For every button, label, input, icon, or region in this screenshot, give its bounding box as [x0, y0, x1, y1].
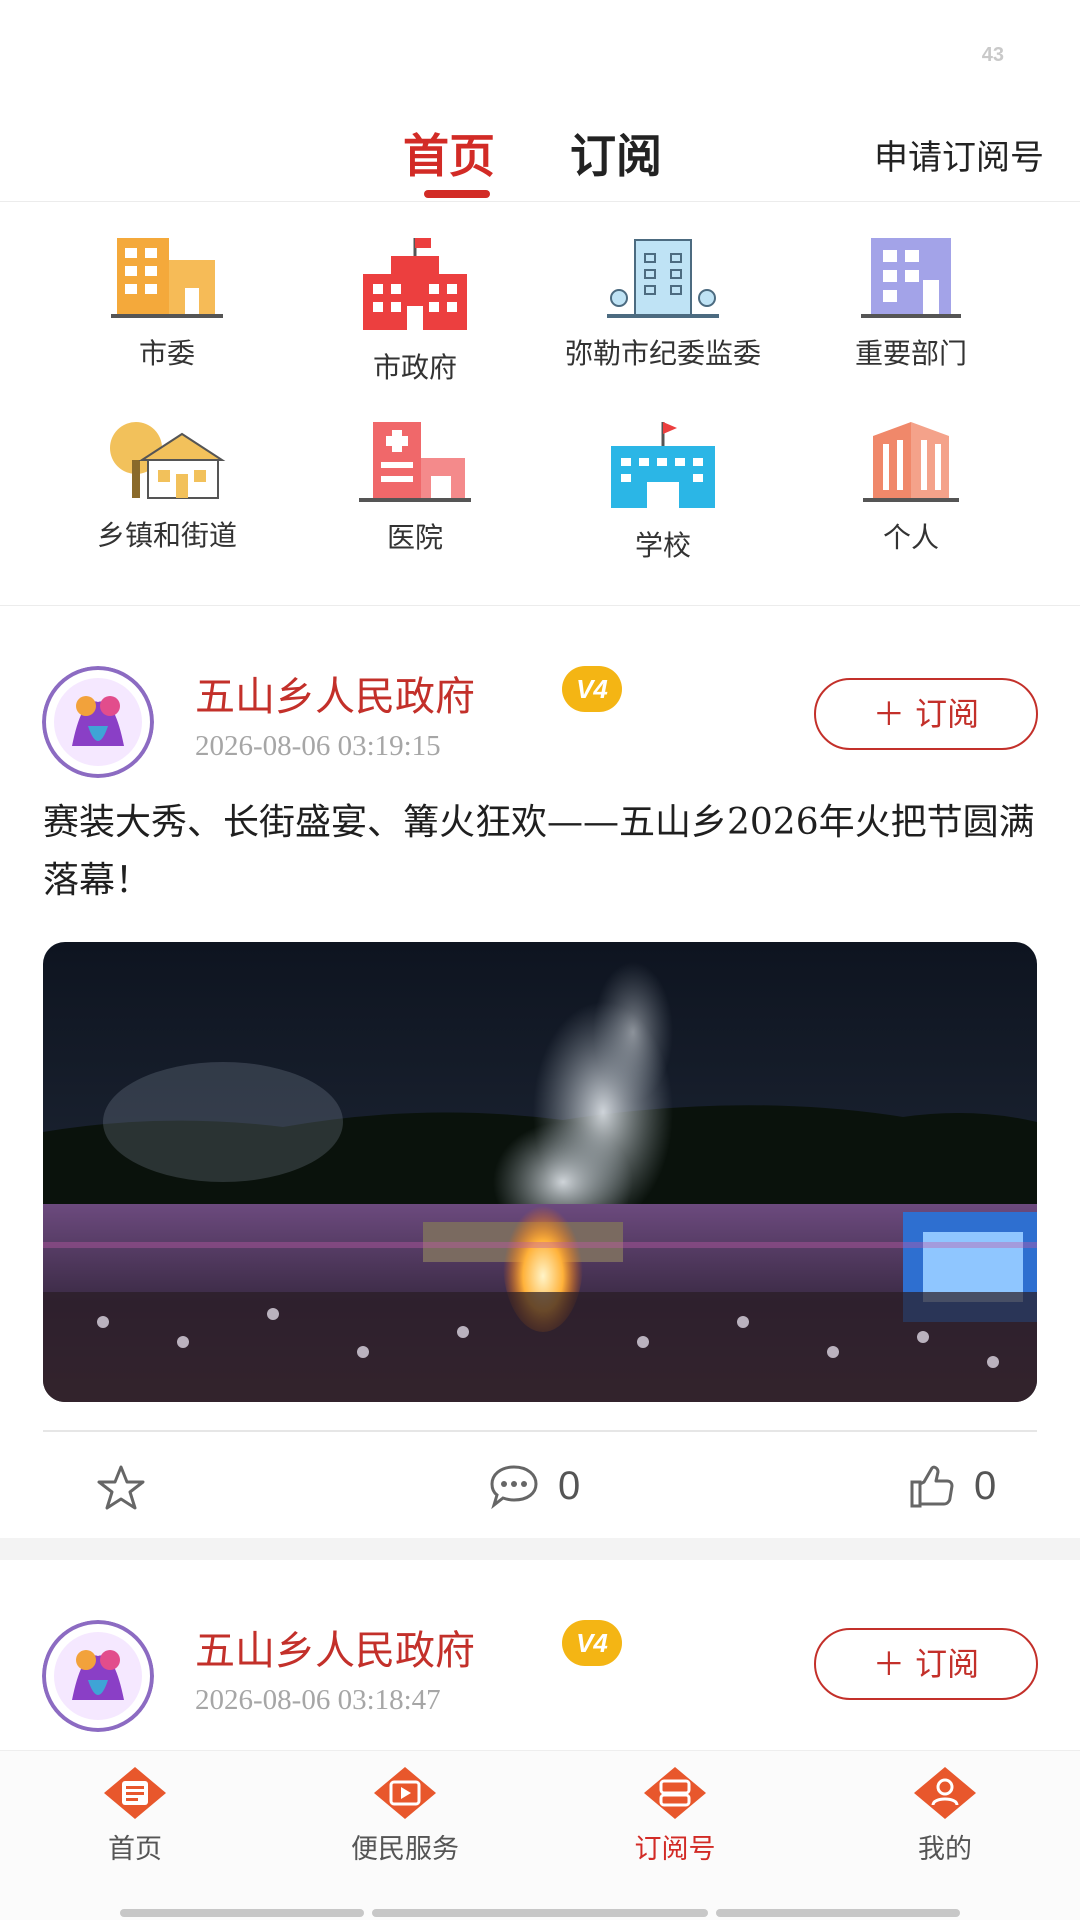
gesture-bar [716, 1909, 960, 1917]
category-label: 市委 [138, 337, 195, 370]
post-time: 2026-08-06 03:18:47 [195, 1684, 441, 1716]
category-label: 医院 [386, 521, 443, 554]
category-school[interactable]: 学校 [528, 394, 798, 574]
hospital-icon [359, 422, 471, 502]
status-bar: 43 [0, 0, 1080, 100]
gesture-bar [372, 1909, 708, 1917]
category-city-committee[interactable]: 市委 [32, 210, 302, 390]
post-image[interactable] [43, 942, 1037, 1402]
category-label: 乡镇和街道 [96, 519, 237, 552]
nav-home[interactable]: 首页 [0, 1765, 270, 1866]
status-number: 43 [981, 44, 1004, 66]
subscribe-button[interactable]: ＋ 订阅 [814, 1628, 1038, 1700]
author-avatar[interactable] [42, 1620, 154, 1732]
verified-badge: V4 [562, 666, 622, 712]
category-grid: 市委 市政府 弥勒市纪委监委 重要部门 乡镇和街道 医院 学校 个人 [0, 210, 1080, 606]
nav-label: 我的 [918, 1834, 972, 1865]
category-label: 市政府 [372, 351, 457, 384]
subscription-icon [644, 1767, 706, 1819]
favorite-button[interactable] [96, 1464, 146, 1512]
tab-home[interactable]: 首页 [403, 120, 495, 186]
profile-icon [914, 1767, 976, 1819]
apply-subscription-link[interactable]: 申请订阅号 [874, 130, 1044, 179]
category-label: 个人 [882, 521, 939, 554]
town-house-icon [110, 422, 226, 499]
like-button[interactable]: 0 [908, 1462, 996, 1510]
category-personal[interactable]: 个人 [776, 394, 1046, 574]
nav-services[interactable]: 便民服务 [270, 1765, 540, 1866]
post-separator [0, 1538, 1080, 1560]
department-building-icon [861, 238, 961, 318]
thumbs-up-icon [910, 1465, 954, 1508]
nav-profile[interactable]: 我的 [810, 1765, 1080, 1866]
post-title[interactable]: 赛装大秀、长街盛宴、篝火狂欢——五山乡2026年火把节圆满落幕！ [43, 794, 1043, 910]
residential-tower-icon [863, 422, 959, 502]
top-nav: 首页 订阅 申请订阅号 [0, 100, 1080, 202]
category-important-departments[interactable]: 重要部门 [776, 210, 1046, 390]
star-icon [97, 1465, 145, 1510]
government-building-icon [363, 238, 467, 330]
bottom-nav: 首页 便民服务 订阅号 我的 [0, 1750, 1080, 1920]
comment-count: 0 [558, 1463, 581, 1508]
like-count: 0 [974, 1463, 997, 1508]
category-discipline-commission[interactable]: 弥勒市纪委监委 [528, 210, 798, 390]
tab-subscribe[interactable]: 订阅 [570, 120, 662, 186]
nav-label: 订阅号 [634, 1834, 716, 1865]
category-label: 学校 [634, 529, 691, 562]
news-icon [104, 1767, 166, 1819]
post-card[interactable]: 五山乡人民政府 V4 2026-08-06 03:18:47 ＋ 订阅 [0, 1560, 1080, 1750]
school-icon [611, 422, 715, 508]
category-label: 重要部门 [854, 337, 967, 370]
post-time: 2026-08-06 03:19:15 [195, 730, 441, 762]
category-label: 弥勒市纪委监委 [564, 337, 761, 370]
nav-subscriptions[interactable]: 订阅号 [540, 1765, 810, 1866]
nav-label: 首页 [108, 1834, 162, 1865]
building-icon [111, 238, 223, 318]
play-icon [374, 1767, 436, 1819]
gesture-bar [120, 1909, 364, 1917]
active-tab-indicator [424, 190, 490, 198]
author-avatar[interactable] [42, 666, 154, 778]
verified-badge: V4 [562, 1620, 622, 1666]
office-tower-icon [607, 239, 719, 318]
subscribe-button[interactable]: ＋ 订阅 [814, 678, 1038, 750]
category-city-government[interactable]: 市政府 [280, 210, 550, 390]
nav-label: 便民服务 [351, 1834, 459, 1865]
author-name[interactable]: 五山乡人民政府 [195, 1618, 475, 1676]
comment-icon [490, 1465, 538, 1510]
comment-button[interactable]: 0 [488, 1462, 580, 1510]
author-name[interactable]: 五山乡人民政府 [195, 664, 475, 722]
post-card[interactable]: 五山乡人民政府 V4 2026-08-06 03:19:15 ＋ 订阅 赛装大秀… [0, 606, 1080, 1538]
category-towns-streets[interactable]: 乡镇和街道 [32, 394, 302, 574]
post-divider [43, 1430, 1037, 1432]
category-hospital[interactable]: 医院 [280, 394, 550, 574]
